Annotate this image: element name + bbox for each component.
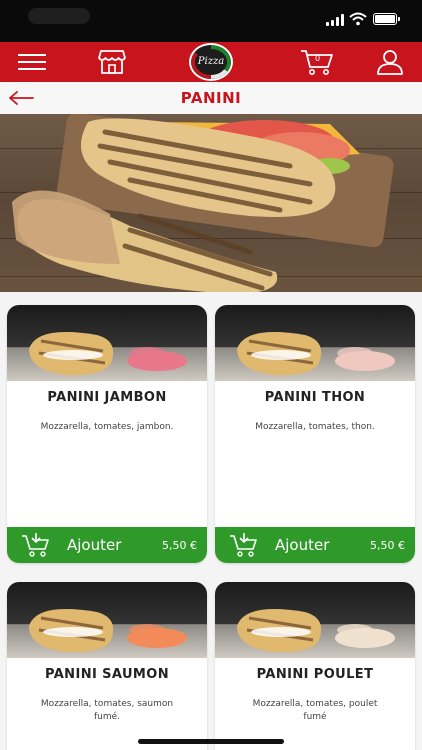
user-icon [377,50,403,75]
add-to-cart-icon [22,533,49,557]
product-card: PANINI SAUMON Mozzarella, tomates, saumo… [7,582,207,750]
account-button[interactable] [372,42,408,82]
status-bar [0,0,422,42]
wifi-icon [349,12,367,26]
product-price: 5,50 € [162,538,197,552]
add-button-label: Ajouter [67,536,122,554]
add-button-label: Ajouter [275,536,330,554]
cart-button[interactable]: 0 [296,42,338,82]
product-card: PANINI THON Mozzarella, tomates, thon. A… [215,305,415,563]
menu-icon [18,54,46,70]
add-to-cart-button[interactable]: Ajouter 5,50 € [215,527,415,563]
product-name: PANINI JAMBON [47,390,167,405]
brand-logo[interactable]: Pizza [189,43,233,81]
add-to-cart-icon [230,533,257,557]
product-photo [215,305,415,381]
menu-button[interactable] [14,42,50,82]
store-icon [98,50,126,74]
product-name: PANINI POULET [256,667,374,682]
status-time-pill [28,8,90,24]
hero-image [0,114,422,292]
product-description: Mozzarella, tomates, jambon. [40,422,174,432]
logo-text: Pizza [197,56,225,67]
product-photo [215,582,415,658]
signal-icon [326,14,344,26]
page-title: PANINI [180,89,242,107]
product-grid: PANINI JAMBON Mozzarella, tomates, jambo… [0,292,422,750]
product-price: 5,50 € [370,538,405,552]
home-indicator[interactable] [138,739,284,744]
add-to-cart-button[interactable]: Ajouter 5,50 € [7,527,207,563]
product-description: Mozzarella, tomates, thon. [255,422,375,432]
cart-count-badge: 0 [315,54,321,63]
battery-icon [373,13,400,25]
product-name: PANINI SAUMON [44,667,169,682]
title-bar: PANINI [0,82,422,114]
product-description: Mozzarella, tomates, saumon fumé. [40,699,174,722]
product-description: Mozzarella, tomates, poulet fumé [252,699,378,722]
product-name: PANINI THON [264,390,366,405]
product-card: PANINI JAMBON Mozzarella, tomates, jambo… [7,305,207,563]
product-photo [7,582,207,658]
product-card: PANINI POULET Mozzarella, tomates, poule… [215,582,415,750]
store-button[interactable] [94,42,130,82]
product-photo [7,305,207,381]
